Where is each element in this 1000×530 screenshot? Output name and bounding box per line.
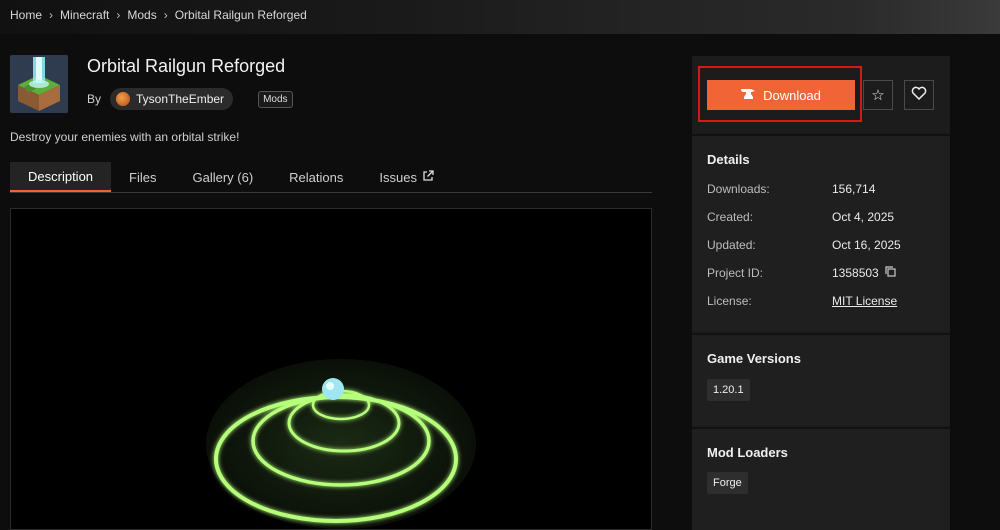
follow-button[interactable]: ☆ bbox=[863, 80, 893, 110]
tab-files[interactable]: Files bbox=[111, 162, 174, 192]
download-button[interactable]: Download bbox=[707, 80, 855, 110]
detail-downloads: Downloads: 156,714 bbox=[707, 182, 937, 196]
star-icon: ☆ bbox=[871, 87, 885, 104]
download-label: Download bbox=[763, 87, 821, 103]
byline: By TysonTheEmber Mods bbox=[87, 88, 293, 110]
tab-label: Description bbox=[28, 168, 94, 184]
copy-icon[interactable] bbox=[885, 266, 896, 280]
breadcrumb-mods[interactable]: Mods bbox=[127, 8, 156, 22]
detail-created: Created: Oct 4, 2025 bbox=[707, 210, 937, 224]
anvil-icon bbox=[741, 88, 756, 102]
author-avatar bbox=[116, 92, 131, 106]
breadcrumb-current: Orbital Railgun Reforged bbox=[174, 8, 307, 22]
tab-label: Files bbox=[129, 169, 157, 185]
description-image bbox=[10, 208, 652, 530]
tab-issues[interactable]: Issues bbox=[361, 162, 452, 192]
detail-updated: Updated: Oct 16, 2025 bbox=[707, 238, 937, 252]
detail-key: Created: bbox=[707, 210, 754, 224]
game-versions-heading: Game Versions bbox=[707, 351, 801, 366]
game-versions-panel: Game Versions 1.20.1 bbox=[692, 333, 950, 425]
project-summary: Destroy your enemies with an orbital str… bbox=[10, 130, 240, 144]
tab-description[interactable]: Description bbox=[10, 162, 112, 192]
category-tag[interactable]: Mods bbox=[258, 90, 293, 108]
details-panel: Details Downloads: 156,714 Created: Oct … bbox=[692, 134, 950, 331]
detail-key: License: bbox=[707, 294, 752, 308]
mod-loaders-panel: Mod Loaders Forge bbox=[692, 427, 950, 530]
chevron-right-icon: › bbox=[116, 8, 121, 22]
detail-value: Oct 4, 2025 bbox=[832, 210, 895, 224]
author-link[interactable]: TysonTheEmber bbox=[110, 88, 234, 110]
game-version-chip[interactable]: 1.20.1 bbox=[707, 379, 750, 401]
tab-label: Relations bbox=[289, 169, 344, 185]
favorite-button[interactable] bbox=[904, 80, 934, 110]
by-label: By bbox=[87, 92, 102, 106]
breadcrumb: Home › Minecraft › Mods › Orbital Railgu… bbox=[10, 8, 307, 22]
author-name: TysonTheEmber bbox=[136, 92, 225, 106]
detail-project-id: Project ID: 1358503 bbox=[707, 266, 937, 280]
detail-license: License: MIT License bbox=[707, 294, 937, 308]
tab-label: Gallery (6) bbox=[192, 169, 254, 185]
tab-relations[interactable]: Relations bbox=[271, 162, 361, 192]
tab-gallery[interactable]: Gallery (6) bbox=[174, 162, 271, 192]
chevron-right-icon: › bbox=[49, 8, 54, 22]
mod-loader-chip[interactable]: Forge bbox=[707, 472, 748, 494]
detail-value: Oct 16, 2025 bbox=[832, 238, 901, 252]
project-tabs: Description Files Gallery (6) Relations … bbox=[10, 162, 652, 193]
sidebar: Download ☆ Details Downloads: 156,714 Cr… bbox=[692, 56, 950, 530]
detail-key: Updated: bbox=[707, 238, 756, 252]
tab-label: Issues bbox=[379, 169, 417, 185]
heart-icon bbox=[911, 86, 927, 104]
external-link-icon bbox=[422, 169, 434, 185]
mod-loaders-heading: Mod Loaders bbox=[707, 445, 788, 460]
detail-value: 156,714 bbox=[832, 182, 876, 196]
detail-value-group: 1358503 bbox=[832, 266, 896, 280]
actions-bar: Download ☆ bbox=[692, 56, 950, 134]
project-id-value: 1358503 bbox=[832, 266, 879, 280]
details-heading: Details bbox=[707, 152, 750, 167]
project-logo bbox=[10, 55, 68, 113]
chevron-right-icon: › bbox=[163, 8, 168, 22]
breadcrumb-home[interactable]: Home bbox=[10, 8, 42, 22]
breadcrumb-minecraft[interactable]: Minecraft bbox=[60, 8, 109, 22]
detail-key: Project ID: bbox=[707, 266, 764, 280]
license-link[interactable]: MIT License bbox=[832, 294, 897, 308]
project-title: Orbital Railgun Reforged bbox=[87, 56, 286, 76]
detail-key: Downloads: bbox=[707, 182, 770, 196]
